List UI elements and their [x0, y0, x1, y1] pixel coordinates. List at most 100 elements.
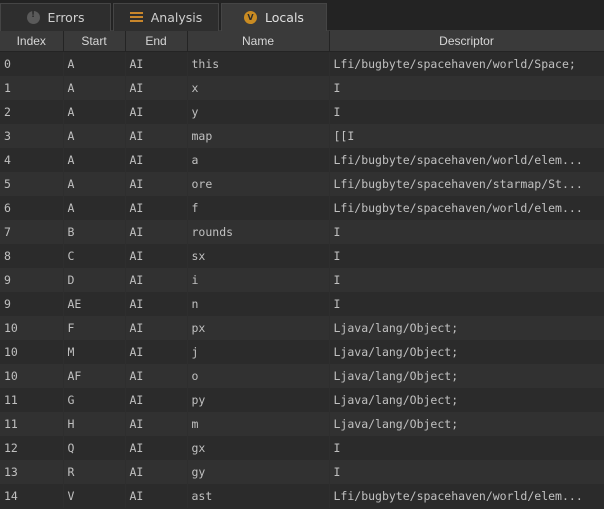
table-row[interactable]: 12 Q AI gx I — [0, 435, 604, 460]
cell-name: gy — [187, 459, 330, 484]
tab-errors[interactable]: Errors — [0, 3, 111, 31]
cell-descriptor: I — [329, 291, 604, 316]
cell-name: sx — [187, 243, 330, 268]
table-row[interactable]: 8 C AI sx I — [0, 243, 604, 268]
cell-index: 11 — [0, 387, 64, 412]
cell-index: 13 — [0, 459, 64, 484]
table-row[interactable]: 7 B AI rounds I — [0, 219, 604, 244]
cell-name: j — [187, 339, 330, 364]
cell-name: o — [187, 363, 330, 388]
error-icon — [26, 10, 40, 24]
cell-name: f — [187, 195, 330, 220]
table-row[interactable]: 3 A AI map [[I — [0, 123, 604, 148]
cell-descriptor: I — [329, 267, 604, 292]
cell-start: R — [63, 459, 126, 484]
cell-descriptor: [[I — [329, 123, 604, 148]
table-row[interactable]: 10 M AI j Ljava/lang/Object; — [0, 339, 604, 364]
cell-end: AI — [125, 363, 188, 388]
cell-index: 7 — [0, 219, 64, 244]
cell-start: AE — [63, 291, 126, 316]
column-header-descriptor[interactable]: Descriptor — [329, 31, 604, 52]
cell-name: this — [187, 51, 330, 76]
cell-start: M — [63, 339, 126, 364]
cell-name: gx — [187, 435, 330, 460]
cell-start: A — [63, 99, 126, 124]
cell-index: 11 — [0, 411, 64, 436]
cell-descriptor: I — [329, 219, 604, 244]
column-header-end[interactable]: End — [125, 31, 188, 52]
cell-start: A — [63, 195, 126, 220]
table-row[interactable]: 9 D AI i I — [0, 267, 604, 292]
column-header-name[interactable]: Name — [187, 31, 330, 52]
cell-index: 0 — [0, 51, 64, 76]
cell-end: AI — [125, 483, 188, 508]
cell-name: py — [187, 387, 330, 412]
cell-end: AI — [125, 123, 188, 148]
cell-descriptor: Lfi/bugbyte/spacehaven/world/elem... — [329, 483, 604, 508]
tab-analysis[interactable]: Analysis — [113, 3, 219, 31]
cell-start: F — [63, 315, 126, 340]
table-body: 0 A AI this Lfi/bugbyte/spacehaven/world/Spa… — [0, 51, 604, 508]
table-row[interactable]: 4 A AI a Lfi/bugbyte/spacehaven/world/elem..… — [0, 147, 604, 172]
table-row[interactable]: 10 AF AI o Ljava/lang/Object; — [0, 363, 604, 388]
table-row[interactable]: 9 AE AI n I — [0, 291, 604, 316]
table-row[interactable]: 11 H AI m Ljava/lang/Object; — [0, 411, 604, 436]
table-row[interactable]: 5 A AI ore Lfi/bugbyte/spacehaven/starmap/St… — [0, 171, 604, 196]
cell-index: 8 — [0, 243, 64, 268]
cell-index: 6 — [0, 195, 64, 220]
cell-index: 3 — [0, 123, 64, 148]
cell-name: ore — [187, 171, 330, 196]
column-header-start[interactable]: Start — [63, 31, 126, 52]
cell-descriptor: Ljava/lang/Object; — [329, 339, 604, 364]
cell-start: H — [63, 411, 126, 436]
cell-start: A — [63, 123, 126, 148]
table-row[interactable]: 1 A AI x I — [0, 75, 604, 100]
cell-index: 1 — [0, 75, 64, 100]
table-row[interactable]: 0 A AI this Lfi/bugbyte/spacehaven/world/Spa… — [0, 51, 604, 76]
cell-index: 9 — [0, 267, 64, 292]
cell-start: A — [63, 147, 126, 172]
cell-end: AI — [125, 435, 188, 460]
tab-label: Errors — [47, 10, 85, 25]
cell-descriptor: Ljava/lang/Object; — [329, 411, 604, 436]
cell-index: 10 — [0, 363, 64, 388]
cell-name: y — [187, 99, 330, 124]
cell-end: AI — [125, 195, 188, 220]
cell-descriptor: Lfi/bugbyte/spacehaven/world/elem... — [329, 147, 604, 172]
table-row[interactable]: 10 F AI px Ljava/lang/Object; — [0, 315, 604, 340]
cell-index: 14 — [0, 483, 64, 508]
cell-name: px — [187, 315, 330, 340]
table-row[interactable]: 6 A AI f Lfi/bugbyte/spacehaven/world/elem..… — [0, 195, 604, 220]
cell-index: 5 — [0, 171, 64, 196]
cell-end: AI — [125, 411, 188, 436]
cell-end: AI — [125, 75, 188, 100]
table-row[interactable]: 2 A AI y I — [0, 99, 604, 124]
cell-start: B — [63, 219, 126, 244]
cell-end: AI — [125, 51, 188, 76]
cell-start: C — [63, 243, 126, 268]
cell-descriptor: Lfi/bugbyte/spacehaven/world/elem... — [329, 195, 604, 220]
cell-end: AI — [125, 171, 188, 196]
cell-end: AI — [125, 99, 188, 124]
cell-end: AI — [125, 291, 188, 316]
cell-index: 10 — [0, 339, 64, 364]
cell-index: 12 — [0, 435, 64, 460]
cell-end: AI — [125, 243, 188, 268]
tab-bar: Errors Analysis Locals — [0, 0, 604, 31]
cell-end: AI — [125, 387, 188, 412]
cell-descriptor: Lfi/bugbyte/spacehaven/world/Space; — [329, 51, 604, 76]
cell-start: AF — [63, 363, 126, 388]
cell-name: x — [187, 75, 330, 100]
cell-index: 9 — [0, 291, 64, 316]
tab-locals[interactable]: Locals — [221, 3, 327, 31]
column-header-index[interactable]: Index — [0, 31, 64, 52]
cell-descriptor: I — [329, 75, 604, 100]
table-row[interactable]: 13 R AI gy I — [0, 459, 604, 484]
cell-descriptor: I — [329, 459, 604, 484]
table-row[interactable]: 11 G AI py Ljava/lang/Object; — [0, 387, 604, 412]
cell-end: AI — [125, 147, 188, 172]
cell-index: 4 — [0, 147, 64, 172]
cell-end: AI — [125, 315, 188, 340]
cell-name: i — [187, 267, 330, 292]
table-row[interactable]: 14 V AI ast Lfi/bugbyte/spacehaven/world/ele… — [0, 483, 604, 508]
